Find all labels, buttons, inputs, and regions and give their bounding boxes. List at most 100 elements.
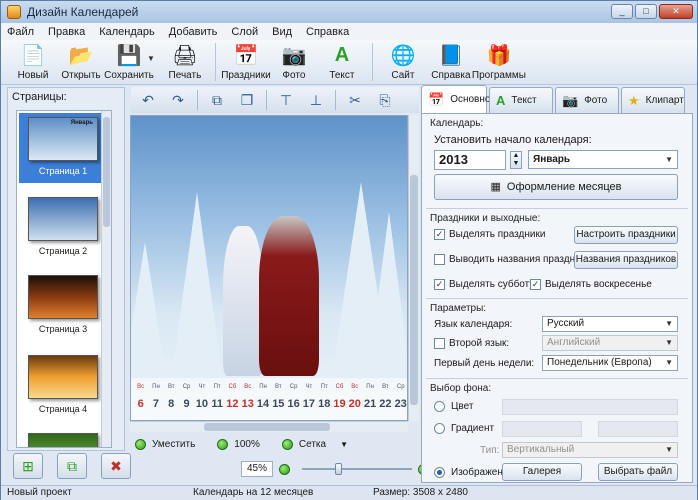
- snow-tree-image: [367, 212, 407, 382]
- second-language-select[interactable]: Английский ▼: [542, 335, 678, 351]
- menu-calendar[interactable]: Календарь: [99, 26, 155, 38]
- zoom-slider[interactable]: [302, 463, 412, 475]
- day-number: 19: [333, 398, 346, 410]
- page-thumb-3[interactable]: Страница 3: [23, 275, 103, 334]
- weekday-label: Ср: [182, 384, 191, 390]
- photo-button[interactable]: 📷 Фото: [270, 42, 318, 82]
- canvas-view-options: Уместить 100% Сетка ▼: [135, 439, 370, 450]
- tab-text[interactable]: A Текст: [489, 87, 553, 113]
- canvas-horizontal-scrollbar[interactable]: [130, 421, 408, 432]
- design-canvas[interactable]: Вс Пн Вт Ср Чт Пт Сб Вс Пн Вт Ср Чт Пт С…: [130, 115, 408, 421]
- open-button[interactable]: 📂 Открыть: [57, 42, 105, 82]
- bg-color-field[interactable]: [502, 399, 678, 415]
- canvas-hscroll-thumb[interactable]: [204, 423, 330, 431]
- highlight-sunday-checkbox[interactable]: ✓ Выделять воскресенье: [530, 279, 652, 290]
- zoom-slider-knob[interactable]: [335, 463, 342, 475]
- save-dropdown-arrow-icon[interactable]: ▼: [147, 54, 155, 63]
- print-button[interactable]: 🖨 Печать: [161, 42, 209, 82]
- tab-clipart[interactable]: ★ Клипарт: [621, 87, 685, 113]
- gradient-color-2-field[interactable]: [598, 421, 678, 437]
- gradient-type-select[interactable]: Вертикальный ▼: [502, 442, 678, 458]
- day-number: 11: [211, 398, 223, 410]
- gallery-button[interactable]: Галерея: [502, 463, 582, 481]
- align-button[interactable]: ⊤: [275, 90, 297, 110]
- close-button[interactable]: ✕: [659, 4, 693, 19]
- bg-gradient-radio[interactable]: Градиент: [434, 423, 494, 434]
- weekday-label: Пн: [152, 384, 160, 390]
- grid-dropdown-arrow-icon[interactable]: ▼: [340, 440, 348, 449]
- menu-file[interactable]: Файл: [7, 26, 34, 38]
- menu-edit[interactable]: Правка: [48, 26, 85, 38]
- choose-file-button[interactable]: Выбрать файл: [598, 463, 678, 481]
- configure-holidays-button[interactable]: Настроить праздники: [574, 226, 678, 244]
- add-page-button[interactable]: ⊞: [13, 453, 43, 479]
- section-divider: [426, 208, 688, 209]
- year-spinner[interactable]: ▲ ▼: [510, 151, 522, 169]
- cut-button[interactable]: ✂: [344, 90, 366, 110]
- text-tab-icon: A: [496, 93, 506, 108]
- highlight-holidays-checkbox[interactable]: ✓ Выделять праздники: [434, 229, 545, 240]
- status-bar: Новый проект Календарь на 12 месяцев Раз…: [1, 485, 697, 500]
- canvas-vscroll-thumb[interactable]: [410, 175, 418, 405]
- pages-scrollbar[interactable]: [101, 111, 111, 447]
- redo-button[interactable]: ↷: [167, 90, 189, 110]
- minimize-button[interactable]: _: [611, 4, 633, 19]
- weekday-label: Вс: [137, 384, 145, 390]
- page-thumb-1[interactable]: Январь Страница 1: [19, 113, 107, 183]
- text-button[interactable]: A Текст: [318, 42, 366, 82]
- toolbar-separator: [266, 90, 267, 110]
- grid-option[interactable]: Сетка ▼: [281, 439, 348, 450]
- holidays-button[interactable]: 📅 Праздники: [221, 42, 270, 82]
- year-input[interactable]: 2013: [434, 150, 506, 170]
- first-day-select[interactable]: Понедельник (Европа) ▼: [542, 355, 678, 371]
- actual-size-option[interactable]: 100%: [217, 439, 260, 450]
- save-button[interactable]: 💾 Сохранить: [104, 42, 154, 82]
- duplicate-page-button[interactable]: ⧉: [57, 453, 87, 479]
- menu-view[interactable]: Вид: [272, 26, 292, 38]
- start-calendar-label: Установить начало календаря:: [434, 134, 592, 146]
- zoom-value[interactable]: 45%: [241, 461, 273, 477]
- second-language-checkbox[interactable]: Второй язык:: [434, 338, 509, 349]
- menu-add[interactable]: Добавить: [169, 26, 218, 38]
- bring-forward-button[interactable]: ⧉: [206, 90, 228, 110]
- gradient-color-1-field[interactable]: [502, 421, 582, 437]
- pages-scrollbar-thumb[interactable]: [103, 117, 110, 227]
- send-backward-button[interactable]: ❐: [236, 90, 258, 110]
- undo-button[interactable]: ↶: [137, 90, 159, 110]
- bg-color-radio[interactable]: Цвет: [434, 401, 473, 412]
- programs-button[interactable]: 🎁 Программы: [472, 42, 526, 82]
- distribute-button[interactable]: ⊥: [305, 90, 327, 110]
- tab-photo[interactable]: 📷 Фото: [555, 87, 619, 113]
- checkbox-checked-icon: ✓: [530, 279, 541, 290]
- pages-list[interactable]: Январь Страница 1 Страница 2 Страница 3 …: [16, 110, 112, 448]
- page-thumb-5[interactable]: [23, 433, 103, 447]
- toolbar-separator: [371, 43, 373, 81]
- tab-main[interactable]: 📅 Основное: [421, 85, 496, 113]
- background-section-title: Выбор фона:: [430, 383, 492, 394]
- delete-page-button[interactable]: ✖: [101, 453, 131, 479]
- fit-option[interactable]: Уместить: [135, 439, 195, 450]
- page-thumb-2[interactable]: Страница 2: [23, 197, 103, 256]
- language-select[interactable]: Русский ▼: [542, 316, 678, 332]
- months-design-button[interactable]: ▦ Оформление месяцев: [434, 174, 678, 200]
- zoom-out-icon[interactable]: [279, 463, 290, 475]
- help-button[interactable]: 📘 Справка: [427, 42, 475, 82]
- holiday-names-button[interactable]: Названия праздников: [574, 251, 678, 269]
- copy-button[interactable]: ⎘: [374, 90, 396, 110]
- calendar-grid-icon: ▦: [490, 181, 501, 193]
- pages-panel: Страницы: Январь Страница 1 Страница 2 С…: [7, 87, 125, 451]
- status-project: Новый проект: [7, 487, 72, 498]
- section-divider: [426, 378, 688, 379]
- day-number: 22: [379, 398, 392, 410]
- menu-help[interactable]: Справка: [306, 26, 349, 38]
- canvas-vertical-scrollbar[interactable]: [408, 115, 419, 421]
- menu-layer[interactable]: Слой: [231, 26, 258, 38]
- day-number: 8: [168, 398, 175, 410]
- maximize-button[interactable]: □: [635, 4, 657, 19]
- new-button[interactable]: 📄 Новый: [9, 42, 57, 82]
- highlight-saturday-checkbox[interactable]: ✓ Выделять субботу: [434, 279, 534, 290]
- show-holiday-names-checkbox[interactable]: Выводить названия праздников: [434, 254, 596, 265]
- month-select[interactable]: Январь ▼: [528, 150, 678, 169]
- site-button[interactable]: 🌐 Сайт: [379, 42, 427, 82]
- page-thumb-4[interactable]: Страница 4: [23, 355, 103, 414]
